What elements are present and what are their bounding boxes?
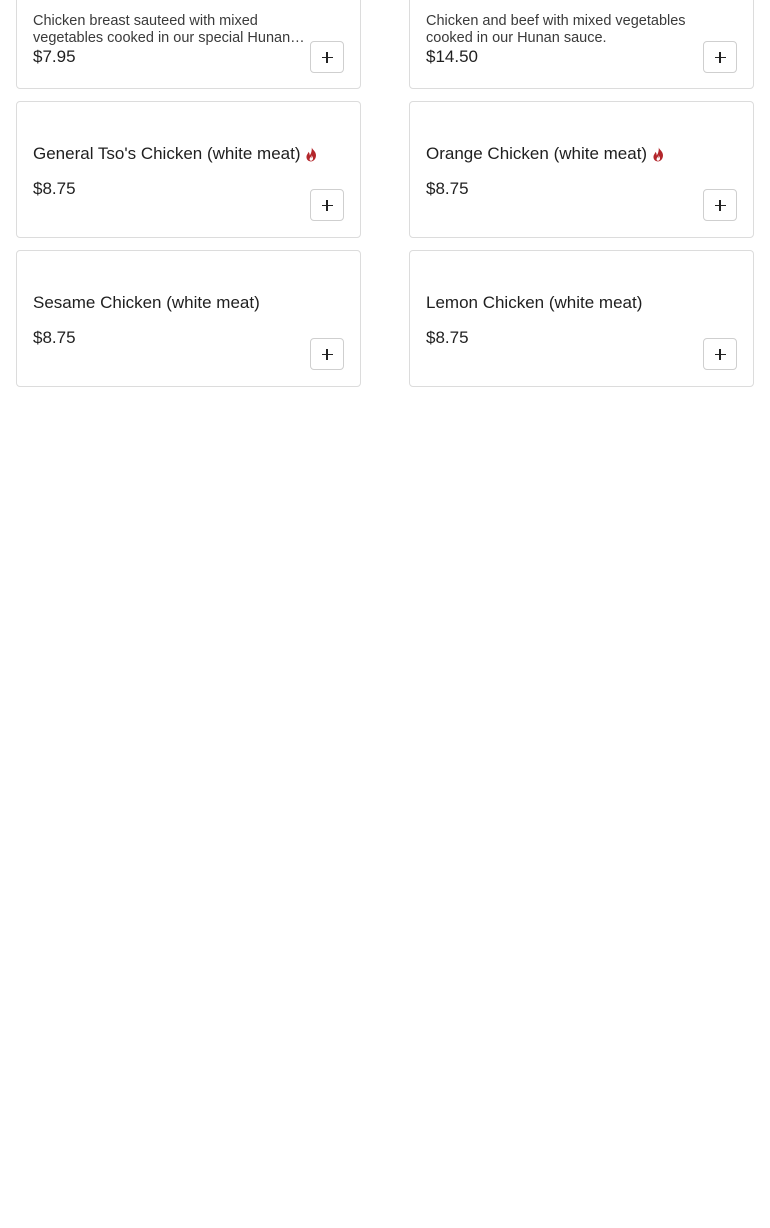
menu-item-name: Sesame Chicken (white meat) [33, 293, 260, 312]
add-to-cart-button[interactable] [310, 189, 344, 221]
chili-pepper-icon [306, 147, 317, 161]
add-to-cart-button[interactable] [703, 189, 737, 221]
menu-item-card[interactable]: Chicken and beef with mixed vegetables c… [409, 0, 754, 89]
menu-item-name: Orange Chicken (white meat) [426, 144, 648, 163]
menu-item-name: General Tso's Chicken (white meat) [33, 144, 301, 163]
menu-item-description: Chicken breast sauteed with mixed vegeta… [33, 13, 291, 46]
menu-item-price: $14.50 [426, 47, 478, 66]
menu-item-title: General Tso's Chicken (white meat) [33, 143, 344, 165]
menu-item-name: Lemon Chicken (white meat) [426, 293, 643, 312]
menu-item-price: $7.95 [33, 47, 76, 66]
menu-item-title: Orange Chicken (white meat) [426, 143, 737, 165]
add-to-cart-button[interactable] [310, 41, 344, 73]
plus-icon [714, 51, 726, 63]
chili-pepper-icon [653, 147, 664, 161]
plus-icon [321, 199, 333, 211]
menu-item-card[interactable]: General Tso's Chicken (white meat) $8.75 [16, 101, 361, 238]
plus-icon [714, 199, 726, 211]
menu-item-card[interactable]: Chicken breast sauteed with mixed vegeta… [16, 0, 361, 89]
menu-item-price: $8.75 [33, 179, 76, 198]
menu-item-card[interactable]: Orange Chicken (white meat) $8.75 [409, 101, 754, 238]
menu-item-title: Sesame Chicken (white meat) [33, 292, 344, 314]
add-to-cart-button[interactable] [703, 41, 737, 73]
plus-icon [321, 348, 333, 360]
menu-item-price: $8.75 [426, 179, 469, 198]
menu-item-title: Lemon Chicken (white meat) [426, 292, 737, 314]
menu-item-grid: Chicken breast sauteed with mixed vegeta… [16, 0, 754, 387]
menu-item-price: $8.75 [33, 328, 76, 347]
plus-icon [321, 51, 333, 63]
menu-item-description: Chicken and beef with mixed vegetables c… [426, 13, 686, 46]
menu-item-card[interactable]: Sesame Chicken (white meat) $8.75 [16, 250, 361, 387]
plus-icon [714, 348, 726, 360]
menu-item-price: $8.75 [426, 328, 469, 347]
menu-item-card[interactable]: Lemon Chicken (white meat) $8.75 [409, 250, 754, 387]
add-to-cart-button[interactable] [703, 338, 737, 370]
add-to-cart-button[interactable] [310, 338, 344, 370]
